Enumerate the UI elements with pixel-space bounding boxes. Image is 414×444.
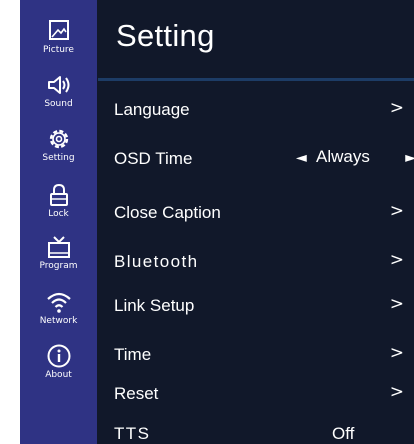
page-title: Setting (116, 18, 215, 53)
speaker-icon (47, 76, 69, 94)
tts-value: Off (332, 424, 355, 443)
sidebar-item-lock[interactable]: Lock (20, 182, 97, 219)
title-divider (98, 78, 414, 81)
sidebar-item-label: Picture (43, 45, 74, 55)
sidebar-item-label: Sound (44, 99, 73, 109)
sidebar-item-label: Lock (48, 209, 69, 219)
sidebar-item-setting[interactable]: Setting (20, 126, 97, 163)
menu-item-label: Close Caption (114, 203, 221, 222)
sidebar-item-network[interactable]: Network (20, 289, 97, 326)
menu-item-tts[interactable]: TTS Off (98, 416, 414, 444)
menu-item-label: Language (114, 100, 190, 119)
wifi-icon (46, 292, 71, 313)
menu-item-language[interactable]: Language > (98, 92, 414, 132)
sidebar: Picture Sound Setting Lock Program Netwo… (20, 0, 97, 444)
menu-item-label: Link Setup (114, 296, 195, 315)
sidebar-item-sound[interactable]: Sound (20, 72, 97, 109)
chevron-right-icon: > (389, 250, 404, 270)
lock-icon (49, 183, 68, 206)
tv-antenna-icon (47, 236, 70, 258)
tv-settings-screen: Picture Sound Setting Lock Program Netwo… (20, 0, 414, 444)
arrow-right-icon[interactable]: ► (405, 150, 414, 166)
menu-item-label: TTS (114, 424, 151, 443)
menu-item-close-caption[interactable]: Close Caption > (98, 195, 414, 235)
menu-item-time[interactable]: Time > (98, 337, 414, 377)
menu-item-bluetooth[interactable]: Bluetooth > (98, 244, 414, 284)
menu-item-link-setup[interactable]: Link Setup > (98, 288, 414, 328)
sidebar-item-program[interactable]: Program (20, 234, 97, 271)
menu-item-osd-time[interactable]: OSD Time ◄ Always ► (98, 141, 414, 181)
sidebar-item-about[interactable]: About (20, 343, 97, 380)
sidebar-item-label: Program (39, 261, 78, 271)
menu-item-label: Bluetooth (114, 252, 199, 271)
sidebar-item-label: Setting (42, 153, 75, 163)
chevron-right-icon: > (389, 343, 404, 363)
osd-time-value: Always (316, 147, 370, 166)
chevron-right-icon: > (389, 294, 404, 314)
sidebar-item-label: About (45, 370, 72, 380)
info-icon (47, 344, 70, 368)
chevron-right-icon: > (389, 382, 404, 402)
menu-item-label: Time (114, 345, 152, 364)
gear-icon (49, 129, 68, 149)
picture-icon (48, 20, 69, 40)
chevron-right-icon: > (389, 201, 404, 221)
menu-item-label: OSD Time (114, 149, 193, 168)
arrow-left-icon[interactable]: ◄ (296, 150, 307, 166)
chevron-right-icon: > (389, 98, 404, 118)
menu-item-label: Reset (114, 384, 159, 403)
menu-item-reset[interactable]: Reset > (98, 376, 414, 416)
sidebar-item-label: Network (39, 316, 78, 326)
sidebar-item-picture[interactable]: Picture (20, 18, 97, 55)
